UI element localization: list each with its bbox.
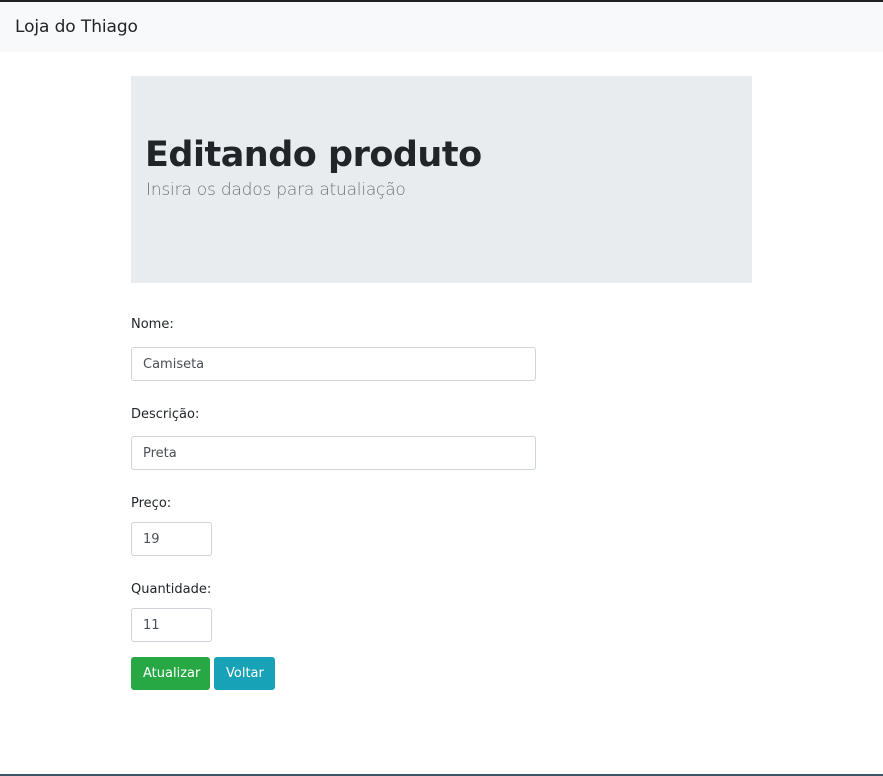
form-group-nome: Nome: xyxy=(131,316,752,381)
back-button[interactable]: Voltar xyxy=(214,657,275,690)
main-container: Editando produto Insira os dados para at… xyxy=(131,76,752,690)
quantidade-input[interactable] xyxy=(131,608,212,642)
preco-label: Preço: xyxy=(131,496,172,511)
form-actions: Atualizar Voltar xyxy=(131,657,752,690)
form-group-preco: Preço: xyxy=(131,495,752,556)
nome-label: Nome: xyxy=(131,317,174,332)
page-subtitle: Insira os dados para atualiação xyxy=(146,180,406,200)
navbar: Loja do Thiago xyxy=(0,2,883,52)
quantidade-label: Quantidade: xyxy=(131,582,212,597)
descricao-input[interactable] xyxy=(131,436,536,470)
form-group-descricao: Descrição: xyxy=(131,406,752,470)
nome-input[interactable] xyxy=(131,347,536,381)
page-header-jumbotron: Editando produto Insira os dados para at… xyxy=(131,76,752,283)
descricao-label: Descrição: xyxy=(131,407,200,422)
navbar-brand-link[interactable]: Loja do Thiago xyxy=(15,17,138,37)
edit-product-form: Nome: Descrição: Preço: Quantidade: Atua… xyxy=(131,316,752,690)
preco-input[interactable] xyxy=(131,522,212,556)
update-button[interactable]: Atualizar xyxy=(131,657,210,690)
form-group-quantidade: Quantidade: xyxy=(131,581,752,642)
page-title: Editando produto xyxy=(145,135,482,175)
